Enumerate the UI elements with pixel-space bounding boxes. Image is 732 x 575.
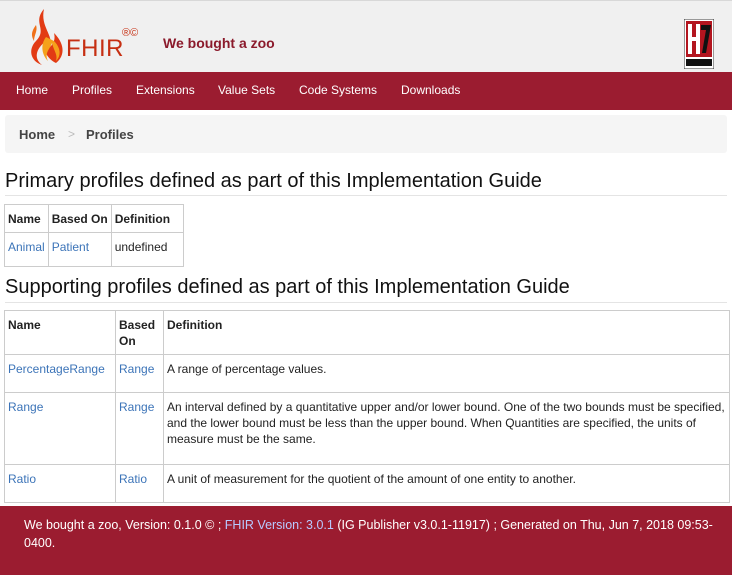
definition-cell: A range of percentage values.: [163, 354, 730, 393]
fhir-logo-text: FHIR: [66, 35, 124, 62]
primary-section-title: Primary profiles defined as part of this…: [5, 170, 542, 192]
column-header-name: Name: [4, 204, 49, 233]
column-header-based-on: Based On: [115, 310, 164, 355]
based-on-link-ratio[interactable]: Ratio: [119, 472, 147, 486]
nav-extensions[interactable]: Extensions: [136, 83, 195, 97]
based-on-link-range[interactable]: Range: [119, 400, 154, 414]
page-header: FHIR ®© We bought a zoo: [0, 0, 732, 72]
supporting-profiles-table: Name Based On Definition PercentageRange…: [4, 310, 730, 503]
profile-link-range[interactable]: Range: [8, 400, 43, 414]
breadcrumb-home[interactable]: Home: [19, 127, 55, 142]
flame-icon: [31, 9, 63, 65]
column-header-definition: Definition: [163, 310, 730, 355]
supporting-section-title: Supporting profiles defined as part of t…: [5, 276, 570, 298]
column-header-based-on: Based On: [47, 204, 112, 233]
fhir-logo[interactable]: FHIR ®©: [22, 7, 152, 67]
section-divider: [5, 195, 727, 196]
fhir-version-link[interactable]: FHIR Version: 3.0.1: [225, 518, 334, 532]
table-row: Animal Patient undefined: [4, 232, 184, 267]
based-on-link-patient[interactable]: Patient: [52, 240, 89, 254]
page-footer: We bought a zoo, Version: 0.1.0 © ; FHIR…: [0, 506, 732, 575]
column-header-definition: Definition: [110, 204, 184, 233]
nav-profiles[interactable]: Profiles: [72, 83, 112, 97]
table-row: Ratio Ratio A unit of measurement for th…: [4, 464, 730, 503]
profile-link-ratio[interactable]: Ratio: [8, 472, 36, 486]
primary-profiles-table: Name Based On Definition Animal Patient …: [4, 204, 184, 267]
hl7-logo-icon[interactable]: [684, 19, 714, 69]
breadcrumb: Home > Profiles: [5, 115, 727, 153]
based-on-link-range[interactable]: Range: [119, 362, 154, 376]
nav-home[interactable]: Home: [16, 83, 48, 97]
column-header-name: Name: [4, 310, 116, 355]
table-header-row: Name Based On Definition: [4, 310, 730, 355]
breadcrumb-separator: >: [68, 127, 76, 141]
definition-cell: A unit of measurement for the quotient o…: [163, 464, 730, 503]
nav-downloads[interactable]: Downloads: [401, 83, 460, 97]
table-row: Range Range An interval defined by a qua…: [4, 392, 730, 465]
site-title[interactable]: We bought a zoo: [163, 35, 275, 51]
profile-link-percentage-range[interactable]: PercentageRange: [8, 362, 105, 376]
footer-version-text: We bought a zoo, Version: 0.1.0 © ;: [24, 518, 222, 532]
fhir-logo-marks: ®©: [122, 27, 139, 39]
definition-cell: An interval defined by a quantitative up…: [163, 392, 730, 465]
breadcrumb-current: Profiles: [86, 127, 134, 142]
table-header-row: Name Based On Definition: [4, 204, 184, 233]
main-nav: Home Profiles Extensions Value Sets Code…: [0, 72, 732, 110]
nav-code-systems[interactable]: Code Systems: [299, 83, 377, 97]
footer-text: We bought a zoo, Version: 0.1.0 © ; FHIR…: [24, 516, 714, 552]
definition-cell: undefined: [110, 232, 184, 267]
nav-value-sets[interactable]: Value Sets: [218, 83, 275, 97]
section-divider: [5, 302, 727, 303]
profile-link-animal[interactable]: Animal: [8, 240, 45, 254]
table-row: PercentageRange Range A range of percent…: [4, 354, 730, 393]
